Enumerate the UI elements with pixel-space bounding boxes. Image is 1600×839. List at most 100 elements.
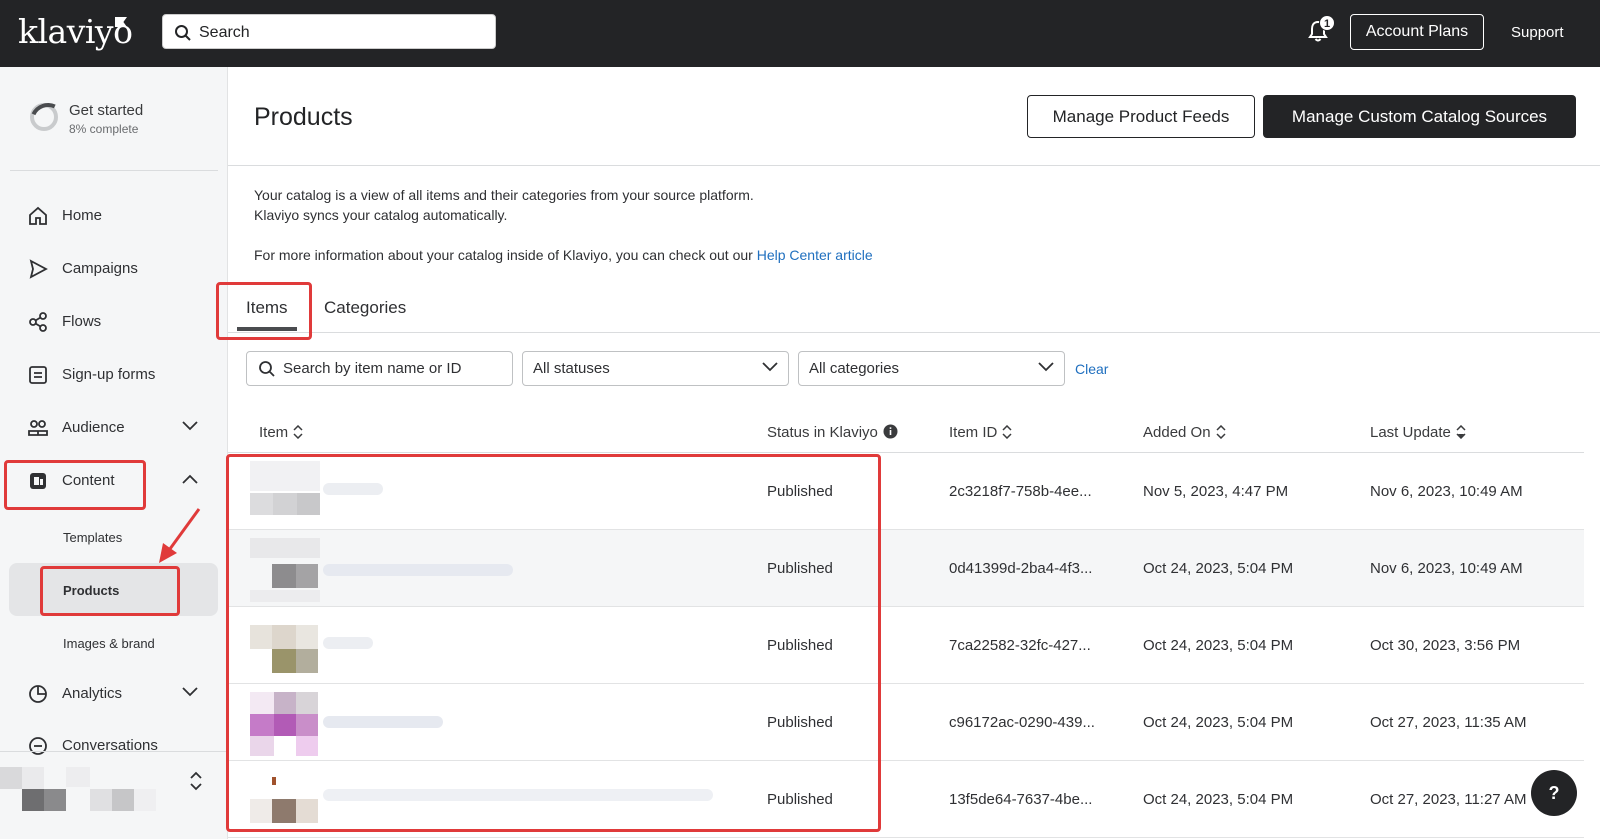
sidebar-item-campaigns[interactable]: Campaigns [0, 248, 227, 288]
column-header-added-on[interactable]: Added On [1143, 424, 1226, 441]
sidebar-subitem-images-brand[interactable]: Images & brand [63, 636, 155, 651]
divider [0, 751, 227, 752]
product-thumbnail [250, 461, 320, 523]
search-placeholder: Search [199, 24, 250, 41]
product-thumbnail [250, 538, 320, 602]
table-row[interactable]: Published c96172ac-0290-439... Oct 24, 2… [228, 684, 1584, 761]
info-icon[interactable] [883, 424, 898, 439]
sidebar-item-analytics[interactable]: Analytics [0, 673, 227, 713]
last-update-cell: Nov 6, 2023, 10:49 AM [1370, 560, 1523, 577]
column-header-last-update[interactable]: Last Update [1370, 424, 1466, 441]
category-select-value: All categories [809, 360, 900, 377]
item-id-cell: 0d41399d-2ba4-4f3... [949, 560, 1093, 577]
send-icon [29, 259, 48, 279]
account-plans-button[interactable]: Account Plans [1350, 14, 1484, 50]
form-icon [29, 366, 47, 384]
item-id-cell: 2c3218f7-758b-4ee... [949, 483, 1092, 500]
last-update-cell: Nov 6, 2023, 10:49 AM [1370, 483, 1523, 500]
get-started-progress: 8% complete [69, 122, 139, 136]
tab-categories[interactable]: Categories [324, 298, 406, 318]
sidebar: Get started 8% complete Home Campaigns F… [0, 67, 228, 839]
divider [228, 332, 1600, 333]
sidebar-item-signup-forms[interactable]: Sign-up forms [0, 354, 227, 394]
divider [228, 165, 1600, 166]
analytics-icon [29, 685, 47, 703]
audience-icon [28, 420, 48, 436]
sort-icon[interactable] [1216, 424, 1226, 440]
status-select[interactable]: All statuses [522, 351, 789, 386]
item-search-input[interactable]: Search by item name or ID [246, 351, 513, 386]
help-center-link[interactable]: Help Center article [757, 247, 873, 263]
added-on-cell: Nov 5, 2023, 4:47 PM [1143, 483, 1289, 500]
product-name-redacted [323, 637, 373, 649]
sidebar-subitem-products[interactable]: Products [63, 583, 119, 598]
support-link[interactable]: Support [1511, 24, 1564, 41]
global-search-input[interactable]: Search [162, 14, 496, 49]
progress-ring-icon[interactable] [30, 103, 58, 131]
product-thumbnail [250, 692, 320, 756]
manage-product-feeds-button[interactable]: Manage Product Feeds [1027, 95, 1255, 138]
chevron-down-icon [1038, 362, 1054, 372]
column-header-label: Status in Klaviyo [767, 424, 878, 441]
flows-icon [29, 312, 47, 332]
sidebar-subitem-templates[interactable]: Templates [63, 530, 122, 545]
status-cell: Published [767, 483, 833, 500]
sort-icon[interactable] [1002, 424, 1012, 440]
active-tab-indicator [237, 327, 297, 331]
search-icon [259, 361, 275, 377]
column-header-label: Last Update [1370, 424, 1451, 441]
status-cell: Published [767, 791, 833, 808]
table-row[interactable]: Published 13f5de64-7637-4be... Oct 24, 2… [228, 761, 1584, 838]
table-row[interactable]: Published 0d41399d-2ba4-4f3... Oct 24, 2… [228, 530, 1584, 607]
clear-filters-link[interactable]: Clear [1075, 361, 1108, 377]
product-name-redacted [323, 789, 713, 801]
status-cell: Published [767, 637, 833, 654]
expand-collapse-icon[interactable] [190, 771, 202, 791]
added-on-cell: Oct 24, 2023, 5:04 PM [1143, 791, 1294, 808]
item-id-cell: 13f5de64-7637-4be... [949, 791, 1093, 808]
sidebar-item-label: Audience [62, 419, 125, 436]
product-name-redacted [323, 564, 513, 576]
description-help: For more information about your catalog … [254, 247, 873, 263]
description-line: For more information about your catalog … [254, 247, 753, 263]
column-header-item-id[interactable]: Item ID [949, 424, 1012, 441]
sidebar-item-conversations[interactable]: Conversations [0, 725, 227, 765]
get-started-title[interactable]: Get started [69, 102, 143, 119]
sidebar-item-content[interactable]: Content [0, 460, 227, 500]
product-thumbnail [250, 615, 320, 677]
sort-icon[interactable] [293, 424, 303, 440]
table-row[interactable]: Published 2c3218f7-758b-4ee... Nov 5, 20… [228, 453, 1584, 530]
product-name-redacted [323, 483, 383, 495]
divider [10, 170, 218, 171]
chevron-down-icon[interactable] [182, 421, 198, 431]
product-name-redacted [323, 716, 443, 728]
item-id-cell: 7ca22582-32fc-427... [949, 637, 1091, 654]
chevron-down-icon [762, 362, 778, 372]
content-icon [30, 473, 46, 489]
sort-desc-icon[interactable] [1456, 424, 1466, 440]
product-thumbnail [250, 769, 320, 831]
last-update-cell: Oct 27, 2023, 11:35 AM [1370, 714, 1527, 731]
status-select-value: All statuses [533, 360, 610, 377]
sidebar-item-flows[interactable]: Flows [0, 301, 227, 341]
chevron-down-icon[interactable] [182, 687, 198, 697]
column-header-label: Added On [1143, 424, 1211, 441]
conversations-icon [29, 737, 47, 755]
column-header-item[interactable]: Item [259, 424, 303, 441]
sidebar-item-label: Flows [62, 313, 102, 330]
description-line: Klaviyo syncs your catalog automatically… [254, 207, 508, 223]
sidebar-item-home[interactable]: Home [0, 195, 227, 235]
help-button[interactable]: ? [1531, 770, 1577, 816]
sidebar-item-audience[interactable]: Audience [0, 407, 227, 447]
added-on-cell: Oct 24, 2023, 5:04 PM [1143, 560, 1294, 577]
category-select[interactable]: All categories [798, 351, 1065, 386]
column-header-label: Item [259, 424, 289, 441]
tab-items[interactable]: Items [246, 298, 288, 318]
annotation-arrow-icon [159, 508, 201, 563]
added-on-cell: Oct 24, 2023, 5:04 PM [1143, 714, 1294, 731]
manage-custom-catalog-sources-button[interactable]: Manage Custom Catalog Sources [1263, 95, 1576, 138]
last-update-cell: Oct 27, 2023, 11:27 AM [1370, 791, 1527, 808]
chevron-up-icon[interactable] [182, 474, 198, 484]
table-row[interactable]: Published 7ca22582-32fc-427... Oct 24, 2… [228, 607, 1584, 684]
item-id-cell: c96172ac-0290-439... [949, 714, 1095, 731]
